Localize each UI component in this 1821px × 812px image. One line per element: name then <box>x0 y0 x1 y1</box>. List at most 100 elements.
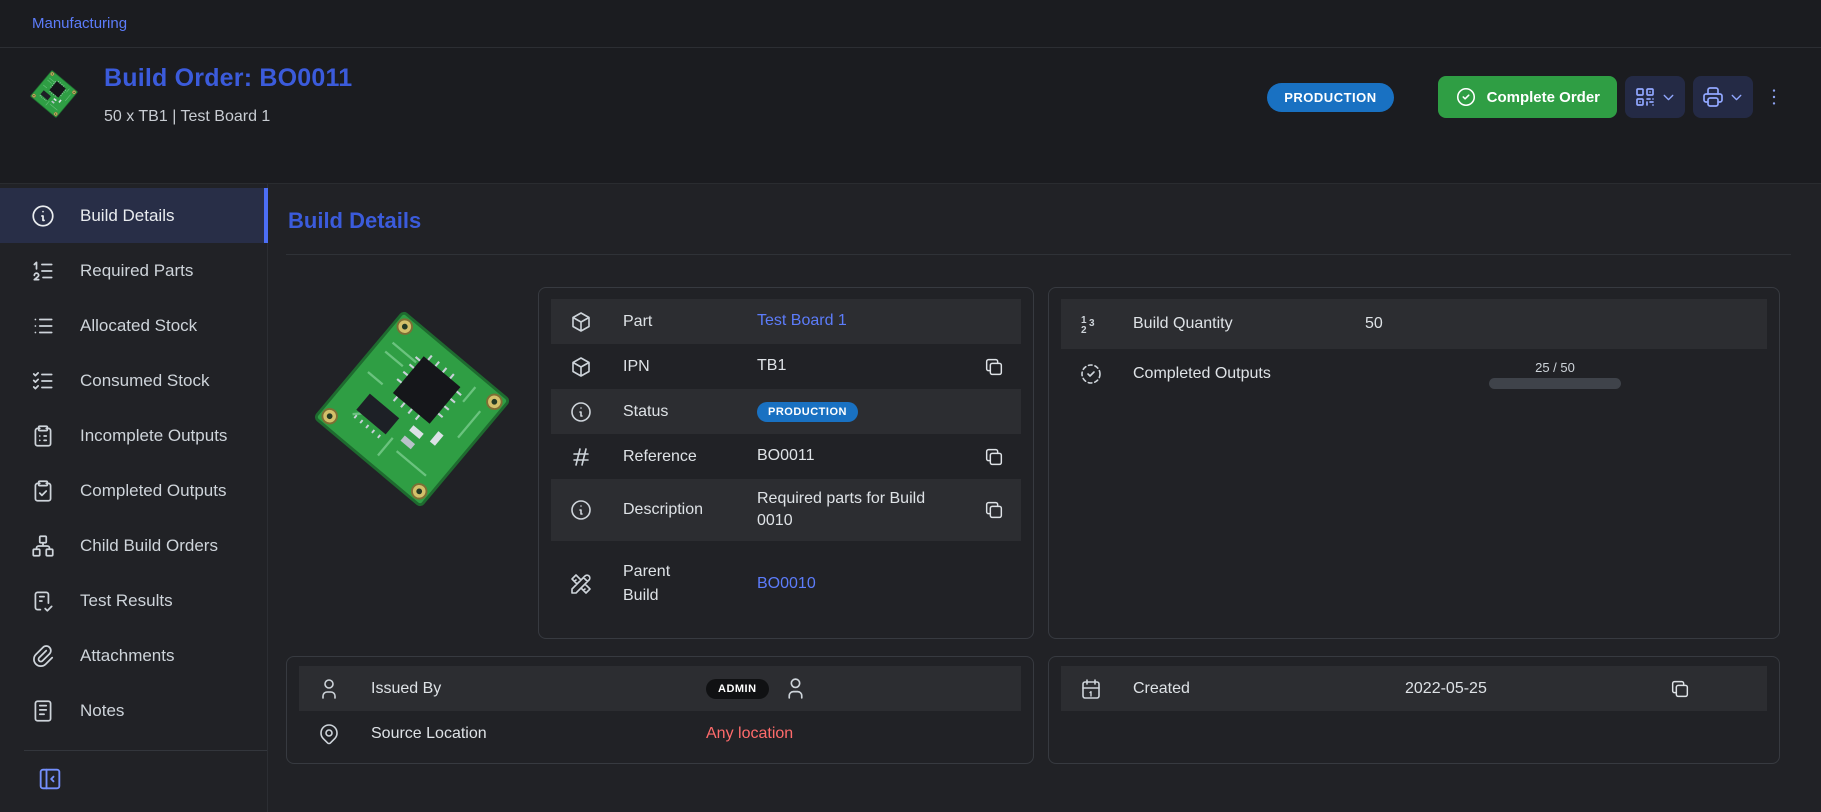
copy-icon <box>983 356 1005 378</box>
list-icon <box>30 313 56 339</box>
content-area: Build Details Part <box>268 184 1821 812</box>
sidebar-item-consumed-stock[interactable]: Consumed Stock <box>0 353 267 408</box>
title-divider <box>286 254 1791 255</box>
ipn-label: IPN <box>623 355 757 379</box>
map-pin-icon <box>317 722 341 746</box>
part-image[interactable] <box>286 287 538 524</box>
build-details-card: Part Test Board 1 IPN TB1 <box>538 287 1034 639</box>
page-subtitle: 50 x TB1 | Test Board 1 <box>104 108 352 126</box>
sidebar-item-attachments[interactable]: Attachments <box>0 628 267 683</box>
build-order-page: Manufacturing Build Order: BO0011 50 x T… <box>0 0 1821 812</box>
hash-icon <box>569 445 593 469</box>
complete-order-label: Complete Order <box>1487 89 1600 106</box>
detail-row-description: Description Required parts for Build 001… <box>551 479 1021 541</box>
status-label: Status <box>623 400 757 424</box>
sidebar-item-label: Build Details <box>80 206 175 226</box>
sidebar-item-label: Child Build Orders <box>80 536 218 556</box>
dots-vertical-icon <box>1763 86 1785 108</box>
progress-label: 25 / 50 <box>1535 360 1575 375</box>
clipboard-check-icon <box>30 478 56 504</box>
copy-description-button[interactable] <box>983 499 1005 521</box>
detail-row-part: Part Test Board 1 <box>551 299 1021 344</box>
people-card: Issued By ADMIN Sourc <box>286 656 1034 764</box>
qr-actions-button[interactable] <box>1625 76 1685 118</box>
build-quantity-label: Build Quantity <box>1133 312 1365 336</box>
sidebar-item-build-details[interactable]: Build Details <box>0 188 267 243</box>
detail-row-status: Status PRODUCTION <box>551 389 1021 434</box>
sitemap-icon <box>30 533 56 559</box>
progress-check-icon <box>1079 362 1103 386</box>
sidebar-item-label: Allocated Stock <box>80 316 197 336</box>
copy-ipn-button[interactable] <box>983 356 1005 378</box>
panel-title: Build Details <box>288 208 1791 234</box>
copy-created-button[interactable] <box>1669 678 1691 700</box>
sidebar-item-completed-outputs[interactable]: Completed Outputs <box>0 463 267 518</box>
detail-row-issued-by: Issued By ADMIN <box>299 666 1021 711</box>
sidebar-item-incomplete-outputs[interactable]: Incomplete Outputs <box>0 408 267 463</box>
svg-text:2: 2 <box>1081 325 1087 336</box>
parent-build-link[interactable]: BO0010 <box>757 573 929 595</box>
numbers-123-icon: 1 2 3 <box>1079 312 1103 336</box>
breadcrumb-link-manufacturing[interactable]: Manufacturing <box>32 15 127 32</box>
created-value: 2022-05-25 <box>1405 680 1487 698</box>
status-value-badge: PRODUCTION <box>757 402 858 422</box>
copy-icon <box>983 499 1005 521</box>
ipn-value: TB1 <box>757 355 929 377</box>
printer-icon <box>1701 85 1725 109</box>
more-actions-button[interactable] <box>1763 76 1785 118</box>
sidebar-collapse-icon <box>36 765 64 793</box>
completed-outputs-progress: 25 / 50 <box>1489 360 1621 389</box>
issued-by-label: Issued By <box>371 677 706 701</box>
main-region: Build Details Required Parts Allocated S… <box>0 184 1821 812</box>
calendar-icon <box>1079 677 1103 701</box>
progress-bar <box>1489 378 1621 389</box>
sidebar: Build Details Required Parts Allocated S… <box>0 184 268 812</box>
detail-row-ipn: IPN TB1 <box>551 344 1021 389</box>
sidebar-item-allocated-stock[interactable]: Allocated Stock <box>0 298 267 353</box>
build-quantity-value: 50 <box>1365 315 1383 333</box>
copy-icon <box>1669 678 1691 700</box>
info-circle-icon <box>30 203 56 229</box>
sidebar-item-required-parts[interactable]: Required Parts <box>0 243 267 298</box>
list-check-icon <box>30 368 56 394</box>
paperclip-icon <box>30 643 56 669</box>
box-icon <box>569 310 593 334</box>
svg-text:3: 3 <box>1089 318 1095 329</box>
checklist-icon <box>30 588 56 614</box>
box-icon <box>569 355 593 379</box>
source-location-label: Source Location <box>371 722 706 746</box>
info-circle-icon <box>569 498 593 522</box>
user-icon <box>317 677 341 701</box>
sidebar-collapse-button[interactable] <box>0 757 64 793</box>
notes-icon <box>30 698 56 724</box>
detail-panels: Part Test Board 1 IPN TB1 <box>286 287 1791 764</box>
detail-row-completed-outputs: Completed Outputs 25 / 50 <box>1061 349 1767 399</box>
source-location-value: Any location <box>706 725 793 743</box>
part-link[interactable]: Test Board 1 <box>757 310 929 332</box>
sidebar-item-notes[interactable]: Notes <box>0 683 267 738</box>
part-label: Part <box>623 310 757 334</box>
info-circle-icon <box>569 400 593 424</box>
quantities-card: 1 2 3 Build Quantity 50 <box>1048 287 1780 639</box>
copy-reference-button[interactable] <box>983 446 1005 468</box>
print-actions-button[interactable] <box>1693 76 1753 118</box>
reference-value: BO0011 <box>757 445 929 467</box>
title-block: Build Order: BO0011 50 x TB1 | Test Boar… <box>104 64 352 183</box>
sidebar-item-label: Incomplete Outputs <box>80 426 227 446</box>
sidebar-item-test-results[interactable]: Test Results <box>0 573 267 628</box>
sidebar-item-child-build-orders[interactable]: Child Build Orders <box>0 518 267 573</box>
sidebar-item-label: Completed Outputs <box>80 481 226 501</box>
list-numbers-icon <box>30 258 56 284</box>
description-value: Required parts for Build 0010 <box>757 488 929 533</box>
complete-order-button[interactable]: Complete Order <box>1438 76 1617 118</box>
qrcode-icon <box>1633 85 1657 109</box>
circle-check-icon <box>1455 86 1477 108</box>
page-header: Build Order: BO0011 50 x TB1 | Test Boar… <box>0 48 1821 184</box>
sidebar-divider <box>24 750 267 751</box>
sidebar-item-label: Attachments <box>80 646 175 666</box>
completed-outputs-label: Completed Outputs <box>1133 362 1365 386</box>
part-thumbnail-image[interactable] <box>26 66 82 122</box>
detail-row-source-location: Source Location Any location <box>299 711 1021 756</box>
description-label: Description <box>623 498 757 522</box>
status-badge: PRODUCTION <box>1267 83 1393 112</box>
